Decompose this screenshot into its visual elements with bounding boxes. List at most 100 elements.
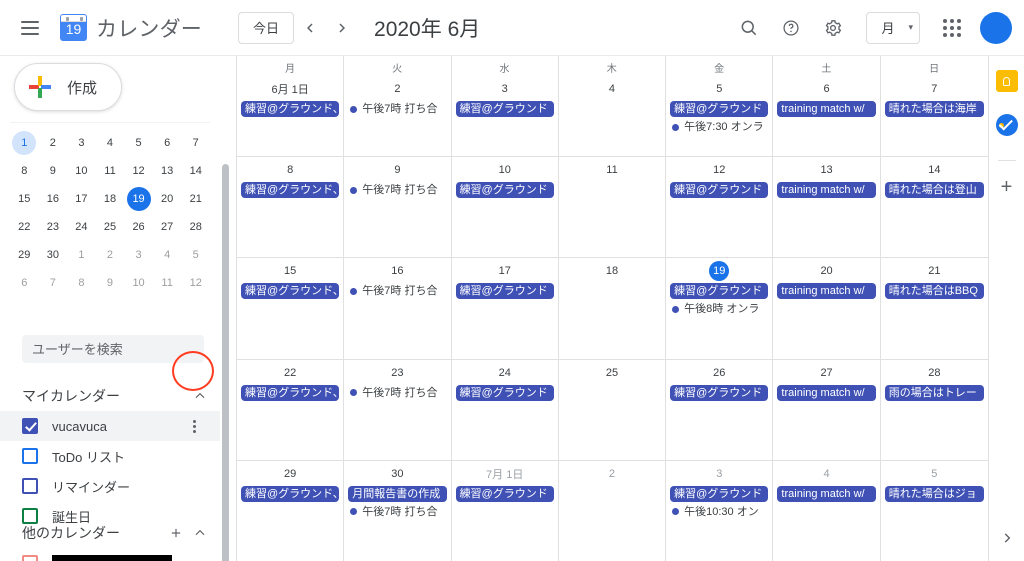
mini-calendar-day[interactable]: 23 xyxy=(39,213,68,241)
mini-calendar-day[interactable]: 1 xyxy=(10,129,39,157)
apps-grid-icon[interactable] xyxy=(934,10,970,46)
day-number[interactable]: 8 xyxy=(280,160,300,180)
event-chip[interactable]: training match w/ xyxy=(777,384,876,401)
event-chip[interactable]: 練習@グラウンド、 xyxy=(241,101,340,117)
day-number[interactable]: 29 xyxy=(280,464,300,484)
event-chip[interactable]: training match w/ xyxy=(777,182,876,199)
mini-calendar-day[interactable]: 3 xyxy=(124,241,153,269)
sidebar-scrollbar[interactable] xyxy=(222,164,229,561)
timed-event[interactable]: 午後7時 打ち合 xyxy=(348,101,446,117)
calendar-list-item[interactable]: vucavuca xyxy=(0,411,220,441)
day-cell[interactable]: 21 晴れた場合はBBQ xyxy=(881,258,988,358)
help-button[interactable] xyxy=(773,10,809,46)
day-number[interactable]: 22 xyxy=(280,363,300,383)
event-chip[interactable]: 晴れた場合は海岸 xyxy=(884,101,984,117)
timed-event[interactable]: 午後7時 打ち合 xyxy=(348,182,446,198)
day-cell[interactable]: 18 xyxy=(559,258,667,359)
day-number[interactable]: 9 xyxy=(387,160,407,180)
event-chip[interactable]: training match w/ xyxy=(777,485,876,502)
day-number[interactable]: 2 xyxy=(602,464,622,484)
mini-calendar-day[interactable]: 6 xyxy=(10,269,39,297)
event-chip[interactable]: 練習@グラウンド xyxy=(455,182,554,199)
day-cell[interactable]: 20 training match w/ xyxy=(773,258,881,359)
day-cell[interactable]: 水 3 練習@グラウンド xyxy=(452,56,559,157)
event-chip[interactable]: 練習@グラウンド xyxy=(670,101,769,117)
expand-side-panel-button[interactable] xyxy=(1000,531,1014,545)
settings-button[interactable] xyxy=(815,10,851,46)
add-addon-button[interactable]: + xyxy=(1001,177,1013,197)
mini-calendar-day[interactable]: 9 xyxy=(96,269,125,297)
create-event-button[interactable]: 作成 xyxy=(14,63,123,111)
day-cell[interactable]: 木4 xyxy=(559,56,667,157)
search-button[interactable] xyxy=(731,10,767,46)
calendar-list-item[interactable] xyxy=(0,548,220,561)
day-cell[interactable]: 2 xyxy=(559,460,667,561)
mini-calendar-day[interactable]: 13 xyxy=(153,157,182,185)
mini-calendar-day[interactable]: 5 xyxy=(181,241,210,269)
event-chip[interactable]: 練習@グラウンド xyxy=(670,283,769,300)
day-cell[interactable]: 火 2 午後7時 打ち合 xyxy=(344,56,452,157)
day-cell[interactable]: 13 training match w/ xyxy=(773,157,881,258)
event-chip[interactable]: 練習@グラウンド xyxy=(670,182,769,199)
day-cell[interactable]: 17 練習@グラウンド xyxy=(452,258,559,359)
my-calendars-collapse-button[interactable] xyxy=(188,384,212,408)
other-calendars-collapse-button[interactable] xyxy=(188,521,212,545)
day-cell[interactable]: 5 晴れた場合はジョ xyxy=(881,461,988,561)
day-number[interactable]: 12 xyxy=(709,160,729,180)
event-chip[interactable]: training match w/ xyxy=(777,283,876,300)
day-number[interactable]: 18 xyxy=(602,261,622,281)
day-number[interactable]: 27 xyxy=(816,363,836,383)
day-number[interactable]: 20 xyxy=(816,261,836,281)
timed-event[interactable]: 午後7:30 オンラ xyxy=(670,119,768,135)
mini-calendar-day[interactable]: 14 xyxy=(181,157,210,185)
timed-event[interactable]: 午後10:30 オン xyxy=(670,504,768,520)
calendar-visibility-checkbox[interactable] xyxy=(22,478,38,494)
mini-calendar-day[interactable]: 16 xyxy=(39,185,68,213)
event-chip[interactable]: 練習@グラウンド xyxy=(455,384,554,401)
day-cell[interactable]: 30 月間報告書の作成 午後7時 打ち合 xyxy=(344,460,452,561)
mini-calendar-day[interactable]: 8 xyxy=(10,157,39,185)
day-cell[interactable]: 3 練習@グラウンド 午後10:30 オン xyxy=(666,460,774,561)
mini-calendar-day[interactable]: 17 xyxy=(67,185,96,213)
day-cell[interactable]: 金 5 練習@グラウンド 午後7:30 オンラ xyxy=(666,56,774,157)
day-number[interactable]: 19 xyxy=(709,261,730,282)
day-number[interactable]: 15 xyxy=(280,261,300,281)
event-chip[interactable]: 練習@グラウンド xyxy=(670,485,769,502)
google-tasks-icon[interactable] xyxy=(995,114,1018,136)
day-number[interactable]: 14 xyxy=(924,160,944,180)
event-chip[interactable]: 練習@グラウンド xyxy=(455,485,554,502)
day-number[interactable]: 13 xyxy=(816,160,836,180)
mini-calendar-day[interactable]: 19 xyxy=(124,185,153,213)
google-keep-icon[interactable] xyxy=(995,70,1018,92)
day-number[interactable]: 16 xyxy=(387,261,407,281)
calendar-list-item[interactable]: リマインダー xyxy=(0,471,220,501)
mini-calendar-day[interactable]: 30 xyxy=(39,241,68,269)
day-cell[interactable]: 23 午後7時 打ち合 xyxy=(344,359,452,460)
mini-calendar-day[interactable]: 21 xyxy=(181,185,210,213)
mini-calendar-day[interactable]: 27 xyxy=(153,213,182,241)
event-chip[interactable]: 練習@グラウンド xyxy=(670,384,769,401)
day-cell[interactable]: 7月 1日 練習@グラウンド xyxy=(452,460,559,561)
event-chip[interactable]: 練習@グラウンド、 xyxy=(241,283,340,300)
mini-calendar-day[interactable]: 12 xyxy=(124,157,153,185)
mini-calendar-day[interactable]: 24 xyxy=(67,213,96,241)
day-cell[interactable]: 月 6月 1日 練習@グラウンド、 xyxy=(237,56,345,157)
calendar-logo[interactable]: 19 カレンダー xyxy=(60,13,202,43)
my-calendars-header[interactable]: マイカレンダー xyxy=(0,381,220,411)
day-number[interactable]: 30 xyxy=(387,464,407,484)
mini-calendar-day[interactable]: 29 xyxy=(10,241,39,269)
day-number[interactable]: 26 xyxy=(709,363,729,383)
timed-event[interactable]: 午後7時 打ち合 xyxy=(348,283,446,299)
day-number[interactable]: 4 xyxy=(602,79,622,99)
day-number[interactable]: 5 xyxy=(709,79,729,99)
day-cell[interactable]: 8 練習@グラウンド、 xyxy=(237,157,345,258)
event-chip[interactable]: 練習@グラウンド、 xyxy=(241,384,340,401)
day-cell[interactable]: 16 午後7時 打ち合 xyxy=(344,258,452,359)
day-number[interactable]: 2 xyxy=(387,79,407,99)
mini-calendar-day[interactable]: 6 xyxy=(153,129,182,157)
day-cell[interactable]: 27 training match w/ xyxy=(773,359,881,460)
event-chip[interactable]: 練習@グラウンド、 xyxy=(241,182,340,199)
day-cell[interactable]: 日 7 晴れた場合は海岸 xyxy=(881,56,988,156)
other-calendars-header[interactable]: 他のカレンダー xyxy=(0,518,220,548)
event-chip[interactable]: 練習@グラウンド xyxy=(455,283,554,300)
